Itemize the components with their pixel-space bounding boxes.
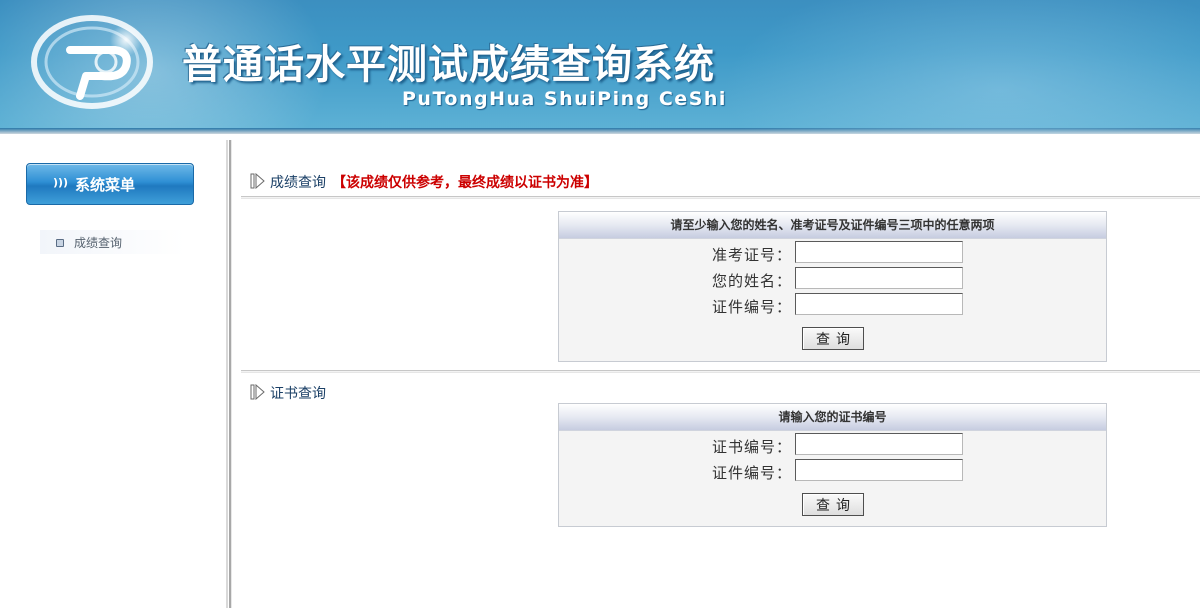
- score-section-header: 成绩查询 【该成绩仅供参考，最终成绩以证书为准】: [250, 171, 650, 191]
- pth-logo-icon: [31, 15, 153, 109]
- section-arrow-icon: [250, 384, 265, 400]
- score-disclaimer: 【该成绩仅供参考，最终成绩以证书为准】: [332, 175, 598, 191]
- id-number-row: 证件编号：: [559, 293, 1108, 317]
- admission-number-label: 准考证号：: [711, 246, 792, 264]
- sidebar: [0, 134, 226, 608]
- cert-id-number-row: 证件编号：: [559, 459, 1108, 483]
- cert-query-button[interactable]: 查询: [802, 493, 864, 516]
- score-query-button[interactable]: 查询: [802, 327, 864, 350]
- cert-id-number-input[interactable]: [795, 459, 963, 481]
- section-arrow-icon: [250, 173, 265, 189]
- score-section-title: 成绩查询: [270, 175, 326, 191]
- certificate-number-label: 证书编号：: [711, 438, 792, 456]
- sidebar-item-label: 成绩查询: [74, 236, 123, 250]
- score-form-caption: 请至少输入您的姓名、准考证号及证件编号三项中的任意两项: [559, 212, 1106, 239]
- square-bullet-icon: [56, 239, 64, 247]
- cert-id-number-label: 证件编号：: [711, 464, 792, 482]
- cert-form-caption: 请输入您的证书编号: [559, 404, 1106, 431]
- section-divider: [241, 370, 1200, 373]
- header-banner: 普通话水平测试成绩查询系统 PuTongHua ShuiPing CeShi: [0, 0, 1200, 134]
- app-title: 普通话水平测试成绩查询系统: [182, 42, 715, 88]
- cert-section-header: 证书查询: [250, 382, 450, 402]
- system-menu-title: 系统菜单: [75, 176, 136, 194]
- name-input[interactable]: [795, 267, 963, 289]
- name-label: 您的姓名：: [711, 272, 792, 290]
- admission-number-input[interactable]: [795, 241, 963, 263]
- sidebar-divider: [226, 140, 232, 608]
- id-number-label: 证件编号：: [711, 298, 792, 316]
- certificate-number-row: 证书编号：: [559, 433, 1108, 457]
- score-query-form: 请至少输入您的姓名、准考证号及证件编号三项中的任意两项 准考证号： 您的姓名： …: [558, 211, 1107, 362]
- certificate-query-form: 请输入您的证书编号 证书编号： 证件编号： 查询: [558, 403, 1107, 527]
- section-divider: [241, 196, 1200, 199]
- id-number-input[interactable]: [795, 293, 963, 315]
- signal-icon: ))): [53, 176, 69, 189]
- admission-number-row: 准考证号：: [559, 241, 1108, 265]
- app-subtitle: PuTongHua ShuiPing CeShi: [402, 88, 727, 110]
- sidebar-item-score-query[interactable]: 成绩查询: [40, 230, 185, 254]
- cert-section-title: 证书查询: [270, 386, 326, 402]
- certificate-number-input[interactable]: [795, 433, 963, 455]
- system-menu-header: ))) 系统菜单: [26, 163, 194, 205]
- name-row: 您的姓名：: [559, 267, 1108, 291]
